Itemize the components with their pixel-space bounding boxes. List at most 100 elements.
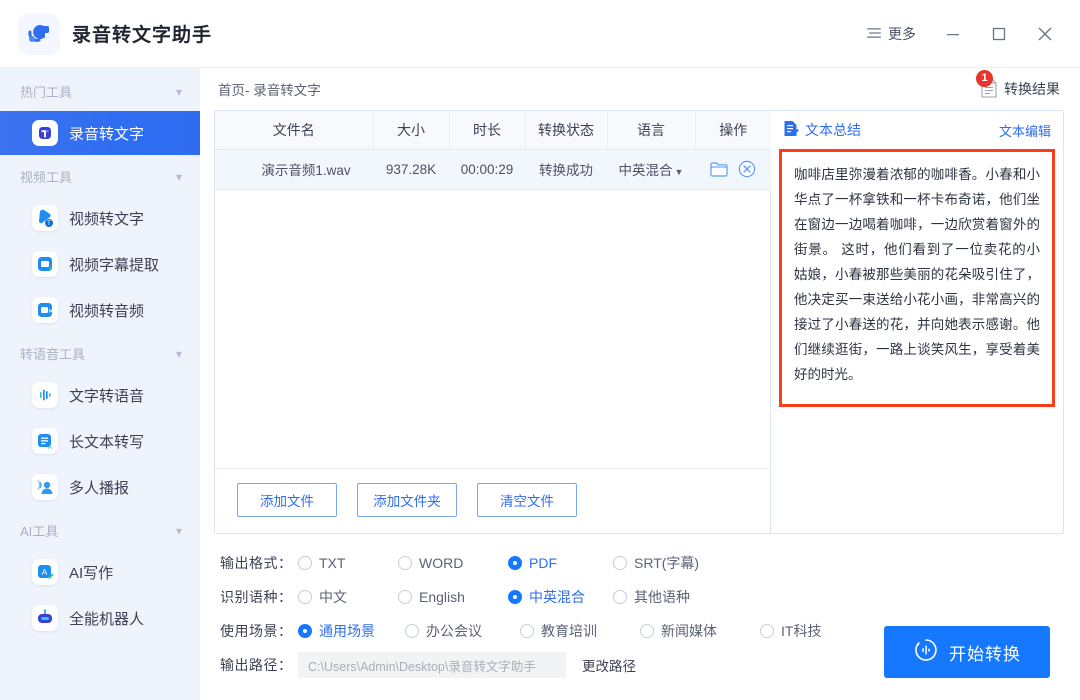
long-text-transcribe-icon: A — [32, 428, 58, 454]
column-header-language: 语言 — [607, 111, 696, 150]
sidebar-item-ai-writing[interactable]: A AI写作 — [6, 550, 194, 594]
convert-icon — [913, 637, 939, 668]
radio-dot-icon — [508, 556, 522, 570]
sidebar-group-video-tools[interactable]: 视频工具 ▾ — [0, 157, 200, 194]
video-to-audio-icon — [32, 297, 58, 323]
minimize-button[interactable] — [932, 14, 974, 54]
radio-label: TXT — [319, 555, 346, 571]
cell-status: 转换成功 — [525, 149, 607, 190]
files-and-text-card: 文件名 大小 时长 转换状态 语言 操作 演示音频1.wav 937.28K 0… — [214, 110, 1064, 534]
column-header-status: 转换状态 — [525, 111, 608, 150]
clear-files-button[interactable]: 清空文件 — [477, 483, 577, 517]
radio-language-mixed[interactable]: 中英混合 — [508, 587, 613, 607]
text-summary-title: 文本总结 — [783, 120, 861, 140]
sidebar-group-ai-tools[interactable]: AI工具 ▾ — [0, 511, 200, 548]
table-row[interactable]: 演示音频1.wav 937.28K 00:00:29 转换成功 中英混合 ▼ — [215, 149, 771, 190]
multi-speaker-icon — [32, 474, 58, 500]
radio-output-format-word[interactable]: WORD — [398, 555, 508, 571]
sidebar-item-video-to-text[interactable]: T 视频转文字 — [6, 196, 194, 240]
radio-output-format-txt[interactable]: TXT — [298, 555, 398, 571]
text-summary-box[interactable]: 咖啡店里弥漫着浓郁的咖啡香。小春和小华点了一杯拿铁和一杯卡布奇诺，他们坐在窗边一… — [779, 149, 1055, 407]
column-header-duration: 时长 — [449, 111, 526, 150]
sidebar-item-label: 全能机器人 — [69, 610, 145, 628]
sidebar-group-tts-tools[interactable]: 转语音工具 ▾ — [0, 334, 200, 371]
application-window: 录音转文字助手 更多 热门工具 ▾ 录音转文字 视频工具 ▾ T 视频转文字 视… — [0, 0, 1080, 700]
radio-scenario-office-meeting[interactable]: 办公会议 — [405, 621, 520, 641]
radio-dot-icon — [640, 624, 654, 638]
add-file-button[interactable]: 添加文件 — [237, 483, 337, 517]
chevron-down-icon: ▾ — [175, 169, 182, 184]
add-folder-button[interactable]: 添加文件夹 — [357, 483, 457, 517]
sidebar-item-robot[interactable]: 全能机器人 — [6, 596, 194, 640]
sidebar-item-audio-to-text[interactable]: 录音转文字 — [0, 111, 200, 155]
more-button[interactable]: 更多 — [854, 18, 928, 50]
option-label-use-scenario: 使用场景： — [220, 623, 293, 639]
column-header-operations: 操作 — [695, 111, 771, 150]
breadcrumb: 首页- 录音转文字 — [218, 83, 321, 98]
app-brand: 录音转文字助手 — [18, 12, 212, 55]
close-button[interactable] — [1024, 14, 1066, 54]
chevron-down-icon: ▾ — [175, 523, 182, 538]
sidebar-group-label: 视频工具 — [20, 170, 73, 185]
conversion-result-button[interactable]: 1 转换结果 — [976, 69, 1062, 101]
sidebar-item-long-text-transcribe[interactable]: A 长文本转写 — [6, 419, 194, 463]
sidebar-item-label: 文字转语音 — [69, 387, 145, 405]
radio-label: 通用场景 — [319, 623, 375, 639]
sidebar-item-video-subtitle-extract[interactable]: 视频字幕提取 — [6, 242, 194, 286]
text-edit-link[interactable]: 文本编辑 — [999, 121, 1051, 140]
sidebar-item-label: 长文本转写 — [69, 433, 145, 451]
sidebar-item-text-to-speech[interactable]: 文字转语音 — [6, 373, 194, 417]
video-to-text-icon: T — [32, 205, 58, 231]
file-table-actions: 添加文件 添加文件夹 清空文件 — [215, 468, 770, 533]
radio-output-format-pdf[interactable]: PDF — [508, 555, 613, 571]
maximize-button[interactable] — [978, 14, 1020, 54]
audio-to-text-icon — [32, 120, 58, 146]
main-content: 首页- 录音转文字 1 转换结果 文件名 大小 时长 转换状态 语言 操作 演示… — [200, 68, 1080, 700]
change-path-button[interactable]: 更改路径 — [582, 655, 636, 675]
status-badge: 1 — [976, 69, 993, 87]
radio-label: SRT(字幕) — [634, 555, 700, 571]
sidebar-item-multi-speaker[interactable]: 多人播报 — [6, 465, 194, 509]
sidebar-group-hot-tools[interactable]: 热门工具 ▾ — [0, 72, 200, 109]
cell-language[interactable]: 中英混合 ▼ — [607, 149, 695, 190]
radio-dot-icon — [760, 624, 774, 638]
body-row: 热门工具 ▾ 录音转文字 视频工具 ▾ T 视频转文字 视频字幕提取 视频转音频… — [0, 68, 1080, 700]
sidebar-item-label: 录音转文字 — [69, 125, 145, 143]
svg-text:A: A — [48, 444, 53, 451]
ai-writing-icon: A — [32, 559, 58, 585]
sidebar-item-label: 视频字幕提取 — [69, 256, 160, 274]
radio-language-chinese[interactable]: 中文 — [298, 587, 398, 607]
remove-circle-icon[interactable] — [738, 160, 756, 178]
app-logo-icon — [18, 12, 60, 55]
sidebar: 热门工具 ▾ 录音转文字 视频工具 ▾ T 视频转文字 视频字幕提取 视频转音频… — [0, 68, 200, 700]
sidebar-group-label: AI工具 — [20, 524, 59, 539]
cell-duration: 00:00:29 — [449, 149, 525, 190]
video-subtitle-extract-icon — [32, 251, 58, 277]
radio-dot-icon — [405, 624, 419, 638]
radio-scenario-education[interactable]: 教育培训 — [520, 621, 640, 641]
svg-text:A: A — [42, 567, 48, 577]
breadcrumb-row: 首页- 录音转文字 1 转换结果 — [214, 68, 1064, 110]
radio-scenario-news-media[interactable]: 新闻媒体 — [640, 621, 760, 641]
radio-scenario-it-tech[interactable]: IT科技 — [760, 621, 821, 641]
chevron-down-icon: ▼ — [674, 167, 684, 177]
file-table-pane: 文件名 大小 时长 转换状态 语言 操作 演示音频1.wav 937.28K 0… — [215, 111, 771, 533]
sidebar-item-label: 多人播报 — [69, 479, 130, 497]
radio-output-format-srt[interactable]: SRT(字幕) — [613, 553, 699, 573]
radio-language-other[interactable]: 其他语种 — [613, 587, 690, 607]
title-bar: 录音转文字助手 更多 — [0, 0, 1080, 68]
column-header-size: 大小 — [373, 111, 450, 150]
radio-dot-icon — [613, 590, 627, 604]
radio-scenario-general[interactable]: 通用场景 — [298, 621, 405, 641]
folder-icon[interactable] — [710, 161, 728, 177]
radio-language-english[interactable]: English — [398, 589, 508, 605]
radio-label: WORD — [419, 555, 464, 571]
radio-dot-icon — [508, 590, 522, 604]
output-path-input[interactable] — [298, 652, 566, 678]
radio-label: IT科技 — [781, 623, 822, 639]
sidebar-item-video-to-audio[interactable]: 视频转音频 — [6, 288, 194, 332]
start-conversion-button[interactable]: 开始转换 — [884, 626, 1050, 678]
hamburger-icon — [866, 26, 882, 42]
option-row-output-format: 输出格式： TXT WORD PDF SRT(字幕) — [220, 546, 1064, 580]
radio-dot-icon — [298, 624, 312, 638]
